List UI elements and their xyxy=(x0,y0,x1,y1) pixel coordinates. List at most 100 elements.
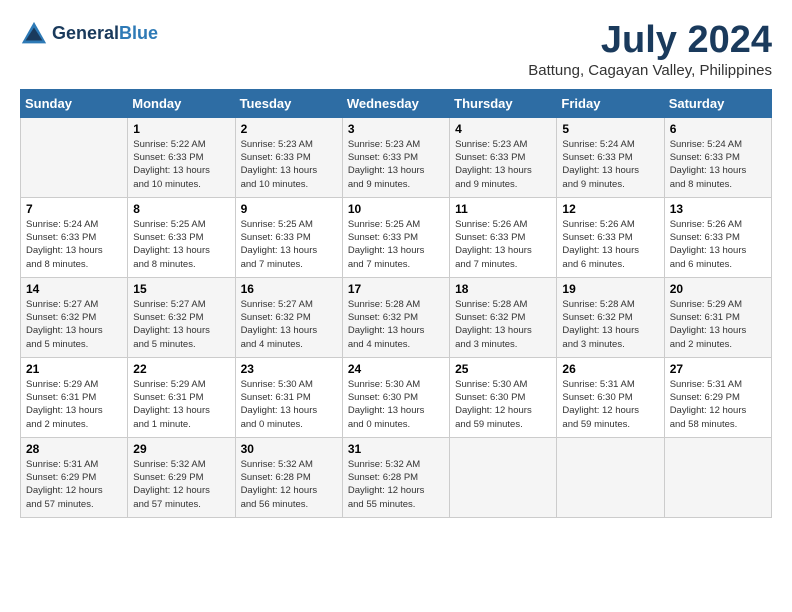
calendar-cell: 24 Sunrise: 5:30 AMSunset: 6:30 PMDayligh… xyxy=(342,357,449,437)
logo: GeneralBlue xyxy=(20,20,158,48)
day-number: 20 xyxy=(670,282,766,296)
calendar-cell: 16Sunrise: 5:27 AMSunset: 6:32 PMDayligh… xyxy=(235,277,342,357)
day-info: Sunrise: 5:22 AMSunset: 6:33 PMDaylight:… xyxy=(133,138,229,191)
calendar-cell: 14 Sunrise: 5:27 AMSunset: 6:32 PMDayligh… xyxy=(21,277,128,357)
day-number: 8 xyxy=(133,202,229,216)
day-info: Sunrise: 5:30 AMSunset: 6:30 PMDaylight:… xyxy=(348,378,444,431)
day-number: 15 xyxy=(133,282,229,296)
day-number: 27 xyxy=(670,362,766,376)
day-number: 31 xyxy=(348,442,444,456)
day-number: 18 xyxy=(455,282,551,296)
day-number: 21 xyxy=(26,362,122,376)
calendar-cell: 21 Sunrise: 5:29 AMSunset: 6:31 PMDayligh… xyxy=(21,357,128,437)
weekday-header-thursday: Thursday xyxy=(450,89,557,117)
calendar-cell: 4 Sunrise: 5:23 AMSunset: 6:33 PMDaylight… xyxy=(450,117,557,197)
day-number: 7 xyxy=(26,202,122,216)
weekday-header-wednesday: Wednesday xyxy=(342,89,449,117)
calendar-table: SundayMondayTuesdayWednesdayThursdayFrid… xyxy=(20,89,772,518)
day-info: Sunrise: 5:23 AMSunset: 6:33 PMDaylight:… xyxy=(241,138,337,191)
day-info: Sunrise: 5:24 AMSunset: 6:33 PMDaylight:… xyxy=(562,138,658,191)
weekday-header-monday: Monday xyxy=(128,89,235,117)
calendar-cell: 9Sunrise: 5:25 AMSunset: 6:33 PMDaylight… xyxy=(235,197,342,277)
logo-icon xyxy=(20,20,48,48)
day-info: Sunrise: 5:25 AMSunset: 6:33 PMDaylight:… xyxy=(348,218,444,271)
day-info: Sunrise: 5:24 AMSunset: 6:33 PMDaylight:… xyxy=(26,218,122,271)
calendar-cell xyxy=(21,117,128,197)
day-info: Sunrise: 5:27 AMSunset: 6:32 PMDaylight:… xyxy=(133,298,229,351)
calendar-cell: 6 Sunrise: 5:24 AMSunset: 6:33 PMDaylight… xyxy=(664,117,771,197)
day-number: 13 xyxy=(670,202,766,216)
day-info: Sunrise: 5:31 AMSunset: 6:29 PMDaylight:… xyxy=(26,458,122,511)
week-row-4: 21 Sunrise: 5:29 AMSunset: 6:31 PMDayligh… xyxy=(21,357,772,437)
day-info: Sunrise: 5:30 AMSunset: 6:30 PMDaylight:… xyxy=(455,378,551,431)
week-row-3: 14 Sunrise: 5:27 AMSunset: 6:32 PMDayligh… xyxy=(21,277,772,357)
weekday-header-sunday: Sunday xyxy=(21,89,128,117)
day-info: Sunrise: 5:28 AMSunset: 6:32 PMDaylight:… xyxy=(562,298,658,351)
calendar-cell: 2 Sunrise: 5:23 AMSunset: 6:33 PMDaylight… xyxy=(235,117,342,197)
day-info: Sunrise: 5:24 AMSunset: 6:33 PMDaylight:… xyxy=(670,138,766,191)
day-info: Sunrise: 5:32 AMSunset: 6:29 PMDaylight:… xyxy=(133,458,229,511)
day-info: Sunrise: 5:28 AMSunset: 6:32 PMDaylight:… xyxy=(455,298,551,351)
day-number: 3 xyxy=(348,122,444,136)
day-info: Sunrise: 5:26 AMSunset: 6:33 PMDaylight:… xyxy=(562,218,658,271)
calendar-cell: 18 Sunrise: 5:28 AMSunset: 6:32 PMDayligh… xyxy=(450,277,557,357)
day-info: Sunrise: 5:31 AMSunset: 6:30 PMDaylight:… xyxy=(562,378,658,431)
day-info: Sunrise: 5:23 AMSunset: 6:33 PMDaylight:… xyxy=(348,138,444,191)
day-info: Sunrise: 5:27 AMSunset: 6:32 PMDaylight:… xyxy=(26,298,122,351)
day-number: 22 xyxy=(133,362,229,376)
calendar-cell: 12Sunrise: 5:26 AMSunset: 6:33 PMDayligh… xyxy=(557,197,664,277)
calendar-cell: 29 Sunrise: 5:32 AMSunset: 6:29 PMDayligh… xyxy=(128,437,235,517)
calendar-cell: 13 Sunrise: 5:26 AMSunset: 6:33 PMDayligh… xyxy=(664,197,771,277)
calendar-cell: 15 Sunrise: 5:27 AMSunset: 6:32 PMDayligh… xyxy=(128,277,235,357)
day-info: Sunrise: 5:30 AMSunset: 6:31 PMDaylight:… xyxy=(241,378,337,431)
day-info: Sunrise: 5:23 AMSunset: 6:33 PMDaylight:… xyxy=(455,138,551,191)
day-number: 2 xyxy=(241,122,337,136)
calendar-cell: 17Sunrise: 5:28 AMSunset: 6:32 PMDayligh… xyxy=(342,277,449,357)
day-number: 10 xyxy=(348,202,444,216)
calendar-cell: 25 Sunrise: 5:30 AMSunset: 6:30 PMDayligh… xyxy=(450,357,557,437)
day-number: 1 xyxy=(133,122,229,136)
day-info: Sunrise: 5:27 AMSunset: 6:32 PMDaylight:… xyxy=(241,298,337,351)
calendar-cell: 3 Sunrise: 5:23 AMSunset: 6:33 PMDaylight… xyxy=(342,117,449,197)
calendar-cell: 8 Sunrise: 5:25 AMSunset: 6:33 PMDaylight… xyxy=(128,197,235,277)
title-area: July 2024 Battung, Cagayan Valley, Phili… xyxy=(528,20,772,79)
calendar-cell: 20Sunrise: 5:29 AMSunset: 6:31 PMDayligh… xyxy=(664,277,771,357)
day-info: Sunrise: 5:26 AMSunset: 6:33 PMDaylight:… xyxy=(670,218,766,271)
calendar-cell xyxy=(664,437,771,517)
week-row-1: 1 Sunrise: 5:22 AMSunset: 6:33 PMDaylight… xyxy=(21,117,772,197)
day-info: Sunrise: 5:32 AMSunset: 6:28 PMDaylight:… xyxy=(348,458,444,511)
day-number: 6 xyxy=(670,122,766,136)
day-number: 19 xyxy=(562,282,658,296)
weekday-header-row: SundayMondayTuesdayWednesdayThursdayFrid… xyxy=(21,89,772,117)
day-info: Sunrise: 5:31 AMSunset: 6:29 PMDaylight:… xyxy=(670,378,766,431)
weekday-header-tuesday: Tuesday xyxy=(235,89,342,117)
calendar-cell: 22 Sunrise: 5:29 AMSunset: 6:31 PMDayligh… xyxy=(128,357,235,437)
day-info: Sunrise: 5:29 AMSunset: 6:31 PMDaylight:… xyxy=(133,378,229,431)
day-info: Sunrise: 5:25 AMSunset: 6:33 PMDaylight:… xyxy=(133,218,229,271)
calendar-cell: 10 Sunrise: 5:25 AMSunset: 6:33 PMDayligh… xyxy=(342,197,449,277)
day-info: Sunrise: 5:25 AMSunset: 6:33 PMDaylight:… xyxy=(241,218,337,271)
day-number: 29 xyxy=(133,442,229,456)
day-number: 5 xyxy=(562,122,658,136)
day-number: 24 xyxy=(348,362,444,376)
calendar-cell xyxy=(557,437,664,517)
calendar-cell: 28 Sunrise: 5:31 AMSunset: 6:29 PMDayligh… xyxy=(21,437,128,517)
day-number: 14 xyxy=(26,282,122,296)
calendar-cell xyxy=(450,437,557,517)
day-info: Sunrise: 5:29 AMSunset: 6:31 PMDaylight:… xyxy=(26,378,122,431)
month-title: July 2024 xyxy=(528,20,772,62)
calendar-cell: 19 Sunrise: 5:28 AMSunset: 6:32 PMDayligh… xyxy=(557,277,664,357)
day-number: 28 xyxy=(26,442,122,456)
day-number: 4 xyxy=(455,122,551,136)
calendar-cell: 11Sunrise: 5:26 AMSunset: 6:33 PMDayligh… xyxy=(450,197,557,277)
calendar-cell: 5 Sunrise: 5:24 AMSunset: 6:33 PMDaylight… xyxy=(557,117,664,197)
calendar-cell: 23Sunrise: 5:30 AMSunset: 6:31 PMDayligh… xyxy=(235,357,342,437)
calendar-cell: 30 Sunrise: 5:32 AMSunset: 6:28 PMDayligh… xyxy=(235,437,342,517)
calendar-cell: 7 Sunrise: 5:24 AMSunset: 6:33 PMDaylight… xyxy=(21,197,128,277)
logo-text: GeneralBlue xyxy=(52,24,158,44)
day-info: Sunrise: 5:32 AMSunset: 6:28 PMDaylight:… xyxy=(241,458,337,511)
weekday-header-saturday: Saturday xyxy=(664,89,771,117)
day-number: 25 xyxy=(455,362,551,376)
calendar-cell: 31 Sunrise: 5:32 AMSunset: 6:28 PMDayligh… xyxy=(342,437,449,517)
day-number: 30 xyxy=(241,442,337,456)
